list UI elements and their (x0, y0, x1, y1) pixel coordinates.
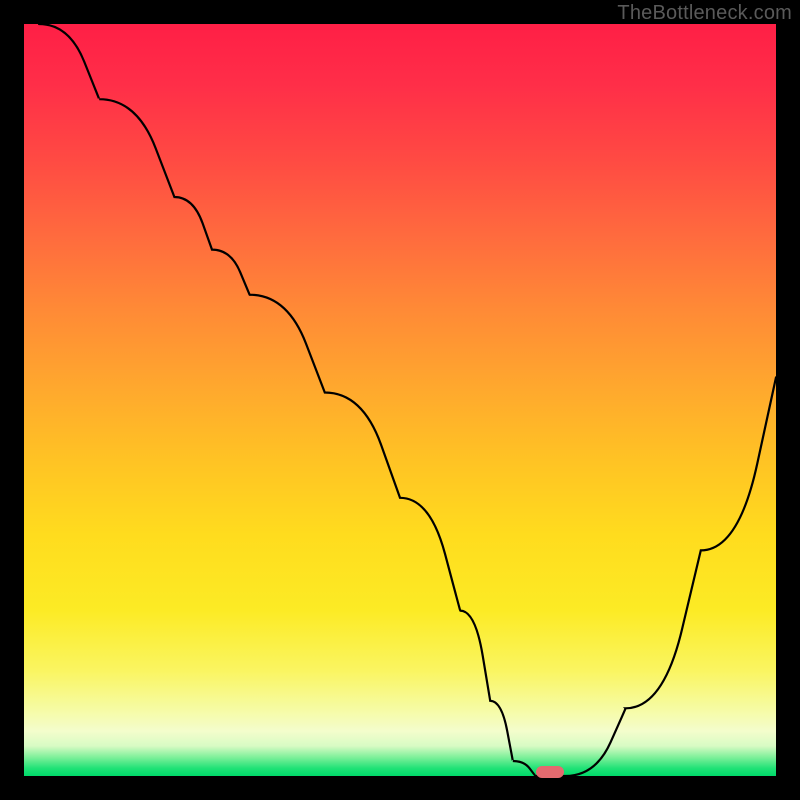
bottleneck-curve (24, 24, 776, 776)
optimal-marker (536, 766, 564, 778)
bottleneck-chart: TheBottleneck.com (0, 0, 800, 800)
plot-area (24, 24, 776, 776)
curve-path (39, 24, 776, 776)
watermark-text: TheBottleneck.com (617, 2, 792, 25)
